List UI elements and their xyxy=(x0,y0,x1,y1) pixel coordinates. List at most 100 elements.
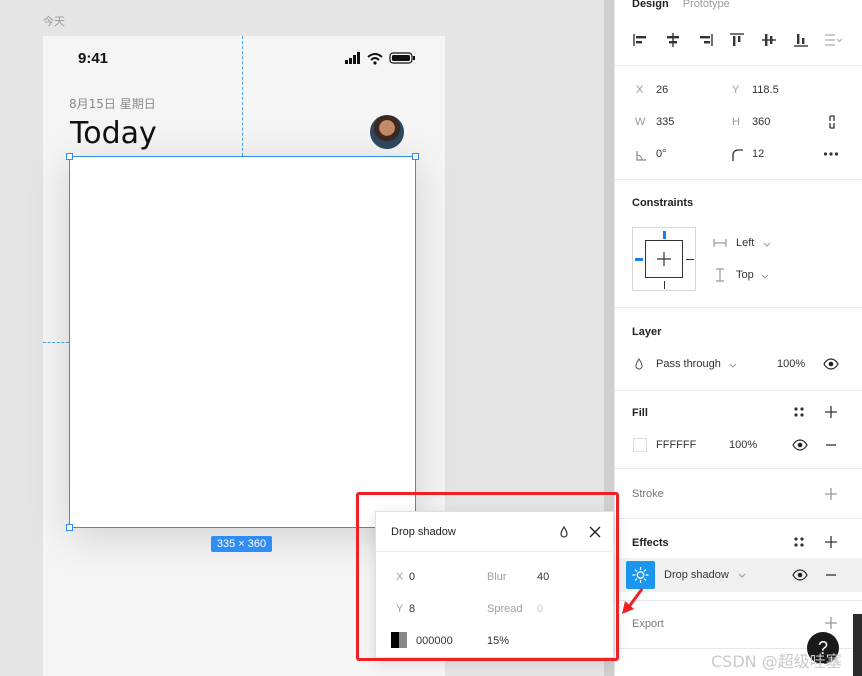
shadow-x-label: X xyxy=(396,571,404,583)
visibility-eye-icon[interactable] xyxy=(823,356,839,372)
annotation-arrow-icon xyxy=(622,588,644,614)
blur-input[interactable]: 40 xyxy=(537,571,549,583)
plus-icon xyxy=(657,252,671,266)
today-title[interactable]: Today xyxy=(70,116,157,151)
constraints-inner-box xyxy=(645,240,683,278)
distribute-menu-icon[interactable] xyxy=(823,32,843,48)
vertical-constraint-select[interactable]: Top xyxy=(736,269,754,281)
add-stroke-icon[interactable] xyxy=(823,486,839,502)
chevron-down-icon[interactable] xyxy=(734,568,750,584)
fill-visibility-eye-icon[interactable] xyxy=(792,437,808,453)
window-edge xyxy=(853,614,862,676)
align-left-icon[interactable] xyxy=(631,32,651,48)
spread-input[interactable]: 0 xyxy=(537,603,543,615)
status-bar-icons xyxy=(345,52,415,65)
tab-prototype[interactable]: Prototype xyxy=(683,0,730,10)
constraint-bottom[interactable] xyxy=(664,281,665,289)
separator xyxy=(615,600,862,601)
constraint-right[interactable] xyxy=(686,259,694,260)
align-right-icon[interactable] xyxy=(695,32,715,48)
align-vertical-center-icon[interactable] xyxy=(759,32,779,48)
separator xyxy=(615,468,862,469)
popover-title: Drop shadow xyxy=(391,526,456,538)
horizontal-constraint-select[interactable]: Left xyxy=(736,237,754,249)
effect-row-drop-shadow[interactable]: Drop shadow xyxy=(615,558,862,592)
constraint-left-active[interactable] xyxy=(635,258,643,261)
avatar[interactable] xyxy=(370,115,404,149)
rotation-input[interactable]: 0° xyxy=(656,148,667,160)
y-input[interactable]: 118.5 xyxy=(752,84,779,96)
effect-visibility-eye-icon[interactable] xyxy=(792,567,808,583)
w-label: W xyxy=(635,116,646,128)
constrain-proportions-icon[interactable] xyxy=(824,114,840,130)
battery-icon xyxy=(389,52,415,64)
stroke-title: Stroke xyxy=(632,488,664,500)
shadow-color-swatch[interactable] xyxy=(391,632,407,648)
rotation-icon xyxy=(636,151,646,161)
separator xyxy=(615,179,862,180)
selected-card[interactable] xyxy=(69,156,416,528)
x-input[interactable]: 26 xyxy=(656,84,668,96)
popover-header: Drop shadow xyxy=(376,512,615,552)
separator xyxy=(615,518,862,519)
remove-effect-icon[interactable] xyxy=(823,567,839,583)
corner-radius-input[interactable]: 12 xyxy=(752,148,764,160)
effect-styles-grid-icon[interactable] xyxy=(791,534,807,550)
signal-icon xyxy=(345,52,360,64)
blend-mode-icon[interactable] xyxy=(556,524,572,540)
vertical-constraint-icon xyxy=(716,268,724,282)
height-input[interactable]: 360 xyxy=(752,116,770,128)
remove-fill-icon[interactable] xyxy=(823,437,839,453)
spread-label: Spread xyxy=(487,603,523,615)
fill-hex-input[interactable]: FFFFFF xyxy=(656,439,696,451)
h-label: H xyxy=(732,116,740,128)
effect-settings-button[interactable] xyxy=(626,561,655,589)
wifi-icon xyxy=(367,53,383,61)
separator xyxy=(615,307,862,308)
align-horizontal-center-icon[interactable] xyxy=(663,32,683,48)
constraint-top-active[interactable] xyxy=(663,231,666,239)
watermark: CSDN @超级哇塞 xyxy=(711,652,842,671)
resize-handle-top-right[interactable] xyxy=(412,153,419,160)
shadow-y-input[interactable]: 8 xyxy=(409,603,415,615)
resize-handle-bottom-left[interactable] xyxy=(66,524,73,531)
align-bottom-icon[interactable] xyxy=(791,32,811,48)
add-fill-icon[interactable] xyxy=(823,404,839,420)
frame-label[interactable]: 今天 xyxy=(43,13,65,29)
tab-design[interactable]: Design xyxy=(632,0,669,10)
shadow-color-hex[interactable]: 000000 xyxy=(416,635,453,647)
date-text[interactable]: 8月15日 星期日 xyxy=(69,95,156,112)
size-badge: 335 × 360 xyxy=(211,536,272,552)
fill-color-swatch[interactable] xyxy=(633,438,647,452)
add-effect-icon[interactable] xyxy=(823,534,839,550)
close-icon[interactable] xyxy=(587,524,603,540)
shadow-opacity-input[interactable]: 15% xyxy=(487,635,509,647)
export-title: Export xyxy=(632,618,664,630)
alignment-toolbar xyxy=(631,32,843,48)
align-top-icon[interactable] xyxy=(727,32,747,48)
chevron-down-icon[interactable] xyxy=(725,358,741,374)
more-options-icon[interactable] xyxy=(823,146,839,162)
panel-tabs: Design Prototype xyxy=(632,0,730,10)
chevron-down-icon[interactable] xyxy=(757,269,773,285)
blend-mode-select[interactable]: Pass through xyxy=(656,358,721,370)
resize-handle-top-left[interactable] xyxy=(66,153,73,160)
x-label: X xyxy=(636,84,644,96)
horizontal-constraint-icon xyxy=(713,239,727,247)
layer-title: Layer xyxy=(632,326,662,338)
status-time: 9:41 xyxy=(78,50,109,67)
constraints-title: Constraints xyxy=(632,197,694,209)
corner-radius-icon xyxy=(732,149,743,161)
chevron-down-icon[interactable] xyxy=(759,237,775,253)
effect-type-select[interactable]: Drop shadow xyxy=(664,569,729,581)
fill-opacity-input[interactable]: 100% xyxy=(729,439,757,451)
constraints-widget[interactable] xyxy=(632,227,696,291)
styles-grid-icon[interactable] xyxy=(791,404,807,420)
add-export-icon[interactable] xyxy=(823,615,839,631)
sun-icon xyxy=(632,567,649,583)
layer-opacity-input[interactable]: 100% xyxy=(777,358,805,370)
blend-mode-icon xyxy=(635,358,643,370)
shadow-x-input[interactable]: 0 xyxy=(409,571,415,583)
properties-panel: Design Prototype X 26 Y 118.5 W 335 H 36… xyxy=(614,0,862,676)
width-input[interactable]: 335 xyxy=(656,116,674,128)
